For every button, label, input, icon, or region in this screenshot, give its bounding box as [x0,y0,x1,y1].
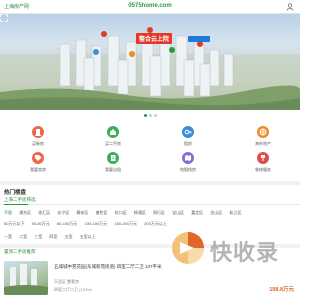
district-filter-row: 不限 浦东区 徐汇区 长宁区 静安区 普陀区 虹口区 杨浦区 闵行区 宝山区 嘉… [4,210,248,216]
carousel-dots[interactable] [0,114,300,117]
tab-underline [4,204,28,205]
category-new-house[interactable]: 买新房 [13,126,63,152]
top-bar: 上海房产网 0575home.com [0,0,300,14]
category-second-hand[interactable]: 买二手房 [88,126,138,152]
filter-option[interactable]: 五室 [65,234,73,240]
hot-section-title: 热门楼盘 [4,190,27,196]
filter-option[interactable]: 50万元以下 [4,221,24,227]
filter-option[interactable]: 浦东区 [19,210,31,216]
listing-price: 198.8万元 [269,287,294,293]
filter-tab-bar: 上海二手房筛选 [0,196,300,205]
room-filter-row: 一室 二室 三室 四室 五室 五室以上 [4,234,102,240]
filter-option[interactable]: 150-200万元 [114,221,137,227]
filter-option[interactable]: 静安区 [77,210,89,216]
filter-option[interactable]: 五室以上 [80,234,96,240]
filter-option[interactable]: 徐汇区 [38,210,50,216]
zoom-icon[interactable] [0,14,8,22]
key-icon [182,126,194,138]
carousel-dot[interactable] [153,114,157,117]
building-icon [32,126,44,138]
category-label: 地图找房 [180,167,196,172]
filter-option[interactable]: 三室 [34,234,42,240]
category-decoration[interactable]: 装修服务 [238,152,288,178]
listing-district: 天涯区 整套房 [54,279,80,284]
filter-option[interactable]: 长宁区 [57,210,69,216]
watermark-text: 快收录 [210,240,280,265]
category-label: 买新房 [32,141,44,146]
watermark: 快收录 [164,224,300,268]
site-domain: 0575home.com [128,3,172,9]
category-label: 海外地产 [255,141,271,146]
banner-carousel[interactable]: 整合云上院 [0,14,300,110]
filter-option[interactable]: 闵行区 [153,210,165,216]
map-icon [182,152,194,164]
filter-option[interactable]: 50-80万元 [32,221,50,227]
filter-option[interactable]: 四室 [49,234,57,240]
carousel-dot[interactable] [143,114,147,117]
category-grid: 买新房 买二手房 租房 海外地产 我要卖房 我要出租 地图找房 装修服务 [0,122,300,180]
category-label: 买二手房 [105,141,121,146]
section-divider [0,181,300,185]
category-label: 我要出租 [105,167,121,172]
category-overseas[interactable]: 海外地产 [238,126,288,152]
brush-icon [257,152,269,164]
document-icon [107,152,119,164]
filter-option[interactable]: 80-100万元 [57,221,77,227]
listing-layout: 四室二厅二卫 (137m) [54,287,92,292]
category-sell[interactable]: 我要卖房 [13,152,63,178]
category-label: 租房 [184,141,192,146]
carousel-dot[interactable] [148,114,152,117]
category-rent[interactable]: 租房 [163,126,213,152]
price-filter-row: 50万元以下 50-80万元 80-100万元 100-150万元 150-20… [4,221,173,227]
filter-option[interactable]: 嘉定区 [191,210,203,216]
filter-option[interactable]: 一室 [4,234,12,240]
listing-title[interactable]: 五城城中苑花园(东城新苑街道) 四室二厅二卫 137平米 [54,264,162,270]
filter-option[interactable]: 虹口区 [115,210,127,216]
tag-icon [32,152,44,164]
filter-option[interactable]: 杨浦区 [134,210,146,216]
filter-option[interactable]: 二室 [19,234,27,240]
filter-option[interactable]: 松江区 [230,210,242,216]
listing-thumbnail[interactable] [4,261,48,295]
tab-second-hand-filter[interactable]: 上海二手房筛选 [4,197,36,203]
category-map[interactable]: 地图找房 [163,152,213,178]
banner-slogan: 整合云上院 [136,33,173,44]
filter-option[interactable]: 100-150万元 [85,221,108,227]
house-icon [107,126,119,138]
filter-option[interactable]: 普陀区 [96,210,108,216]
filter-option[interactable]: 宝山区 [172,210,184,216]
category-let[interactable]: 我要出租 [88,152,138,178]
watermark-logo-icon [172,232,204,264]
category-label: 我要卖房 [30,167,46,172]
category-label: 装修服务 [255,167,271,172]
banner-image [0,27,300,110]
filter-option[interactable]: 不限 [4,210,12,216]
filter-option[interactable]: 金山区 [210,210,222,216]
user-icon[interactable] [286,3,294,11]
globe-icon [257,126,269,138]
